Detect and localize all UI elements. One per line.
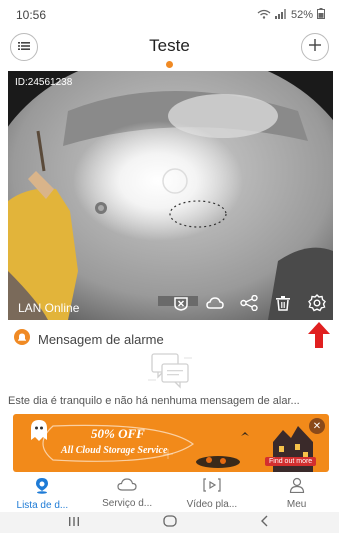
- cloud-icon: [206, 296, 224, 315]
- delete-button[interactable]: [273, 295, 293, 315]
- promo-service: All Cloud Storage Service: [61, 445, 168, 456]
- gear-icon: [308, 293, 326, 317]
- back-chevron-icon: [260, 515, 268, 530]
- home-button[interactable]: [163, 515, 177, 530]
- page-title: Teste: [149, 36, 190, 55]
- battery-icon: [317, 8, 325, 22]
- system-navigation-bar: [0, 512, 339, 533]
- cloud-button[interactable]: [205, 295, 225, 315]
- tab-label: Lista de d...: [16, 500, 69, 511]
- battery-percent: 52%: [290, 9, 313, 21]
- find-out-more-button[interactable]: Find out more: [265, 457, 317, 466]
- alarm-message-row[interactable]: Mensagem de alarme: [14, 328, 164, 350]
- tab-label: Serviço d...: [102, 498, 153, 509]
- share-button[interactable]: [239, 294, 259, 316]
- plus-icon: [309, 38, 321, 56]
- recent-apps-button[interactable]: [68, 515, 80, 530]
- person-icon: [289, 477, 305, 498]
- wifi-icon: [257, 9, 271, 22]
- page-indicator-dot: [166, 61, 173, 68]
- empty-state-message: Este dia é tranquilo e não há nenhuma me…: [8, 395, 300, 407]
- tab-label: Meu: [286, 499, 307, 510]
- tab-video-playback[interactable]: Vídeo pla...: [170, 477, 255, 511]
- connection-status: LAN Online: [18, 301, 80, 315]
- speaker-mute-icon: [173, 295, 189, 316]
- banner-close-button[interactable]: ✕: [309, 418, 325, 434]
- status-bar: 10:56 52%: [0, 0, 339, 28]
- alarm-message-label: Mensagem de alarme: [38, 331, 164, 347]
- promo-discount: 50% OFF: [91, 426, 145, 441]
- video-play-icon: [203, 477, 221, 498]
- add-device-button[interactable]: [301, 33, 329, 61]
- trash-icon: [275, 295, 291, 316]
- app-header: Teste: [0, 30, 339, 62]
- tab-label: Vídeo pla...: [186, 499, 238, 510]
- empty-messages-icon: [148, 352, 192, 395]
- live-video-view[interactable]: ID:24561238 LAN Online: [8, 71, 333, 320]
- red-arrow-up-icon: [308, 322, 330, 353]
- status-time: 10:56: [16, 8, 47, 22]
- cloud-icon: [117, 477, 137, 497]
- signal-icon: [274, 8, 287, 22]
- settings-button[interactable]: [307, 293, 327, 317]
- bottom-tab-bar: Lista de d... Serviço d... Vídeo pla... …: [0, 477, 339, 511]
- tab-cloud-service[interactable]: Serviço d...: [85, 477, 170, 511]
- close-icon: ✕: [312, 420, 322, 432]
- fisheye-camera-image: [8, 71, 333, 320]
- home-icon: [163, 515, 177, 530]
- cloud-storage-promo-banner[interactable]: 50% OFF All Cloud Storage Service Find o…: [13, 414, 329, 472]
- tab-me[interactable]: Meu: [254, 477, 339, 511]
- mute-button[interactable]: [171, 295, 191, 315]
- status-indicators: 52%: [257, 8, 325, 22]
- back-button[interactable]: [260, 515, 268, 530]
- share-icon: [240, 294, 258, 316]
- recent-apps-icon: [68, 515, 80, 530]
- device-id: ID:24561238: [15, 77, 73, 88]
- location-pin-icon: [34, 477, 50, 499]
- tab-device-list[interactable]: Lista de d...: [0, 477, 85, 511]
- alarm-bell-icon: [14, 328, 30, 350]
- video-toolbar: [171, 293, 327, 317]
